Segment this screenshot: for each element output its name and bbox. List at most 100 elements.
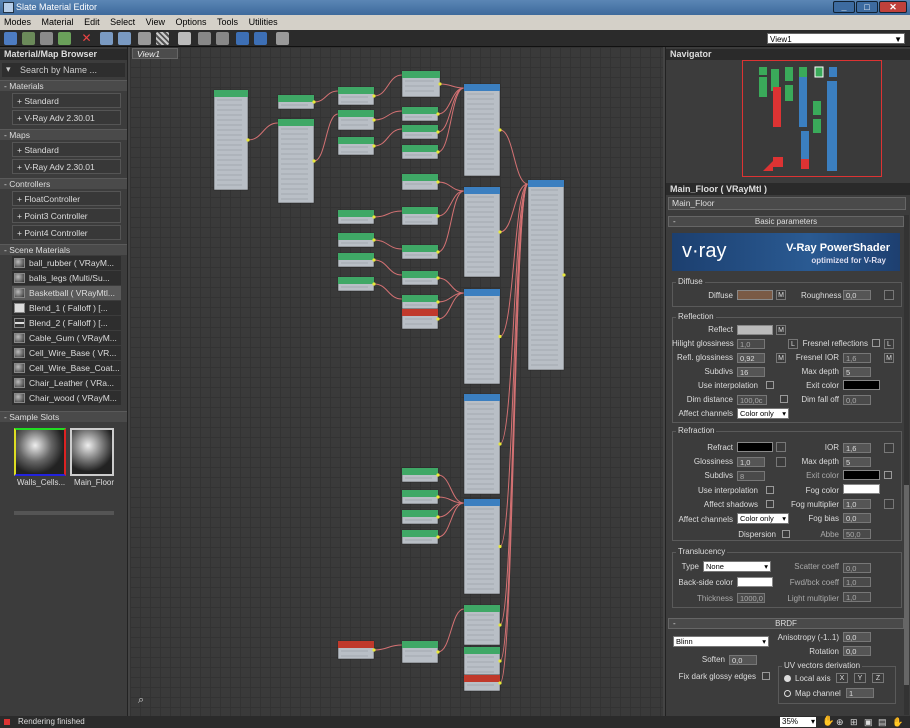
translucency-type-dropdown[interactable]: None ▾ <box>703 561 771 572</box>
material-node[interactable] <box>337 109 376 131</box>
section-materials-header[interactable]: - Materials <box>0 80 127 91</box>
fresnel-lock-button[interactable]: L <box>884 339 894 349</box>
zoom-region-icon[interactable]: ⊞ <box>850 716 858 728</box>
hilight-lock-button[interactable]: L <box>788 339 798 349</box>
scatter-coeff-spinner[interactable]: 0,0 <box>843 563 871 573</box>
zoom-extents-icon[interactable]: ▣ <box>864 716 873 728</box>
refr-use-interpolation-checkbox[interactable] <box>766 486 774 494</box>
hide-unused-icon[interactable] <box>118 32 131 45</box>
refl-glossiness-spinner[interactable]: 0,92 <box>737 353 765 363</box>
fresnel-reflections-checkbox[interactable] <box>872 339 880 347</box>
material-node[interactable] <box>463 83 502 177</box>
material-node[interactable] <box>337 276 376 292</box>
menu-material[interactable]: Material <box>38 15 78 30</box>
material-node[interactable] <box>337 86 376 106</box>
maximize-button[interactable]: □ <box>856 1 878 13</box>
zoom-icon[interactable]: ⊕ <box>836 716 844 728</box>
show-map-icon[interactable] <box>178 32 191 45</box>
refl-subdivs-spinner[interactable]: 16 <box>737 367 765 377</box>
controller-point3[interactable]: + Point3 Controller <box>12 208 121 223</box>
axis-y-button[interactable]: Y <box>854 673 866 683</box>
scene-material-item[interactable]: Blend_1 ( Falloff ) [... <box>12 301 121 315</box>
refl-affect-channels-dropdown[interactable]: Color only ▾ <box>737 408 789 419</box>
menu-select[interactable]: Select <box>106 15 139 30</box>
refl-glossiness-map-button[interactable]: M <box>776 353 786 363</box>
material-node[interactable] <box>401 244 440 260</box>
brdf-type-dropdown[interactable]: Blinn ▾ <box>673 636 769 647</box>
scene-material-item[interactable]: balls_legs (Multi/Su... <box>12 271 121 285</box>
roughness-spinner[interactable]: 0,0 <box>843 290 871 300</box>
controller-float[interactable]: + FloatController <box>12 191 121 206</box>
assign-material-icon[interactable] <box>58 32 71 45</box>
menu-options[interactable]: Options <box>172 15 211 30</box>
material-node[interactable] <box>337 640 376 660</box>
materials-standard[interactable]: + Standard <box>12 93 121 108</box>
refr-subdivs-spinner[interactable]: 8 <box>737 471 765 481</box>
zoom-extents-selected-icon[interactable]: ▤ <box>878 716 887 728</box>
material-node[interactable] <box>463 604 502 646</box>
refr-exit-color-swatch[interactable] <box>843 470 880 480</box>
move-children-icon[interactable] <box>100 32 113 45</box>
refr-glossiness-map-button[interactable] <box>776 457 786 467</box>
checker-icon[interactable] <box>156 32 169 45</box>
ior-spinner[interactable]: 1,6 <box>843 443 871 453</box>
dim-fall-off-spinner[interactable]: 0,0 <box>843 395 871 405</box>
scene-material-item[interactable]: Blend_2 ( Falloff ) [... <box>12 316 121 330</box>
material-node[interactable] <box>277 94 316 110</box>
options-dropdown-icon[interactable]: ▾ <box>6 64 11 75</box>
controller-point4[interactable]: + Point4 Controller <box>12 225 121 240</box>
parameter-scrollbar[interactable] <box>904 215 909 715</box>
material-node[interactable] <box>213 89 250 191</box>
refl-exit-color-swatch[interactable] <box>843 380 880 390</box>
menu-utilities[interactable]: Utilities <box>245 15 282 30</box>
fresnel-ior-spinner[interactable]: 1,6 <box>843 353 871 363</box>
light-multiplier-spinner[interactable]: 1,0 <box>843 592 871 602</box>
material-node[interactable] <box>463 186 502 278</box>
diffuse-map-button[interactable]: M <box>776 290 786 300</box>
refl-use-interpolation-checkbox[interactable] <box>766 381 774 389</box>
map-channel-spinner[interactable]: 1 <box>846 688 874 698</box>
section-controllers-header[interactable]: - Controllers <box>0 178 127 189</box>
material-node[interactable] <box>401 173 440 191</box>
abbe-spinner[interactable]: 50,0 <box>843 529 871 539</box>
material-node[interactable] <box>401 509 440 525</box>
local-axis-radio[interactable] <box>784 675 791 682</box>
refr-affect-channels-dropdown[interactable]: Color only ▾ <box>737 513 789 524</box>
rollout-brdf[interactable]: - BRDF <box>668 618 904 629</box>
navigator-view[interactable] <box>742 60 882 177</box>
refr-glossiness-spinner[interactable]: 1,0 <box>737 457 765 467</box>
axis-z-button[interactable]: Z <box>872 673 884 683</box>
material-node[interactable] <box>463 288 502 385</box>
fog-multiplier-spinner[interactable]: 1,0 <box>843 499 871 509</box>
material-name-field[interactable]: Main_Floor <box>668 197 906 210</box>
rotation-spinner[interactable]: 0,0 <box>843 646 871 656</box>
pan-icon[interactable]: ✋ <box>822 716 834 728</box>
scene-material-item[interactable]: Cable_Gum ( VRayM... <box>12 331 121 345</box>
section-sample-slots-header[interactable]: - Sample Slots <box>0 411 127 422</box>
refract-color-swatch[interactable] <box>737 442 773 452</box>
materials-vray[interactable]: + V-Ray Adv 2.30.01 <box>12 110 121 125</box>
pick-material-icon[interactable] <box>22 32 35 45</box>
maps-vray[interactable]: + V-Ray Adv 2.30.01 <box>12 159 121 174</box>
axis-x-button[interactable]: X <box>836 673 848 683</box>
material-node[interactable] <box>337 136 376 156</box>
material-node[interactable] <box>463 646 502 676</box>
layout-children-icon[interactable] <box>216 32 229 45</box>
view-selector[interactable]: View1 ▼ <box>767 33 905 44</box>
fwd-bck-coeff-spinner[interactable]: 1,0 <box>843 577 871 587</box>
layout-all-icon[interactable] <box>198 32 211 45</box>
menu-view[interactable]: View <box>142 15 169 30</box>
dim-distance-spinner[interactable]: 100,0c <box>737 395 767 405</box>
fog-multiplier-map-button[interactable] <box>884 499 894 509</box>
fog-color-swatch[interactable] <box>843 484 880 494</box>
reflect-color-swatch[interactable] <box>737 325 773 335</box>
scene-material-item[interactable]: Cell_Wire_Base ( VR... <box>12 346 121 360</box>
material-node[interactable] <box>401 206 440 226</box>
hilight-glossiness-spinner[interactable]: 1,0 <box>737 339 765 349</box>
scene-material-item[interactable]: Cell_Wire_Base_Coat... <box>12 361 121 375</box>
zoom-field[interactable]: 35% ▾ <box>780 717 816 727</box>
ior-map-button[interactable] <box>884 443 894 453</box>
material-node[interactable] <box>337 232 376 248</box>
material-node[interactable] <box>527 179 566 371</box>
rollout-basic-parameters[interactable]: - Basic parameters <box>668 216 904 227</box>
